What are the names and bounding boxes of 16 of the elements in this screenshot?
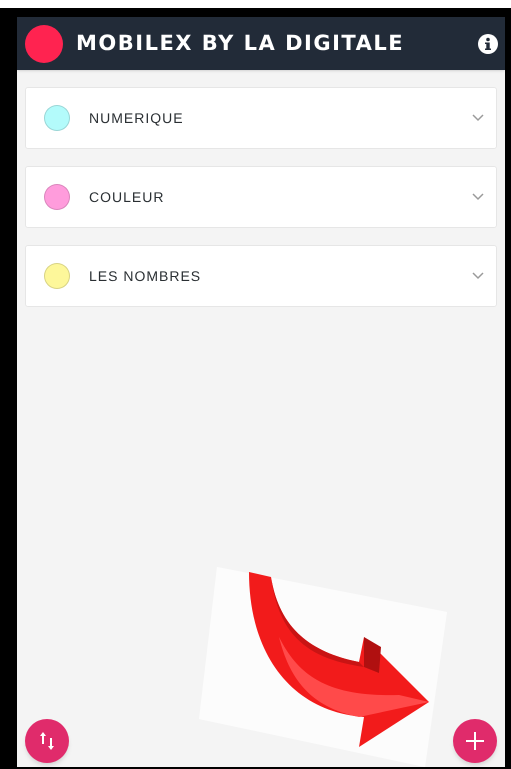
logo-icon bbox=[25, 24, 63, 62]
category-item[interactable]: COULEUR bbox=[25, 166, 497, 228]
add-button[interactable] bbox=[453, 719, 497, 763]
sort-button[interactable] bbox=[25, 719, 69, 763]
category-label: NUMERIQUE bbox=[89, 108, 185, 128]
category-item[interactable]: LES NOMBRES bbox=[25, 245, 497, 307]
chevron-icon bbox=[472, 114, 484, 122]
category-item[interactable]: NUMERIQUE bbox=[25, 87, 497, 149]
category-label: LES NOMBRES bbox=[89, 266, 202, 286]
chevron-icon bbox=[472, 272, 484, 280]
sort-icon bbox=[39, 731, 55, 751]
app-title: MOBILEX BY LA DIGITALE bbox=[76, 30, 404, 57]
category-label: COULEUR bbox=[89, 188, 166, 206]
chevron-icon bbox=[472, 193, 484, 201]
info-icon[interactable] bbox=[478, 34, 498, 54]
plus-icon bbox=[466, 732, 484, 750]
